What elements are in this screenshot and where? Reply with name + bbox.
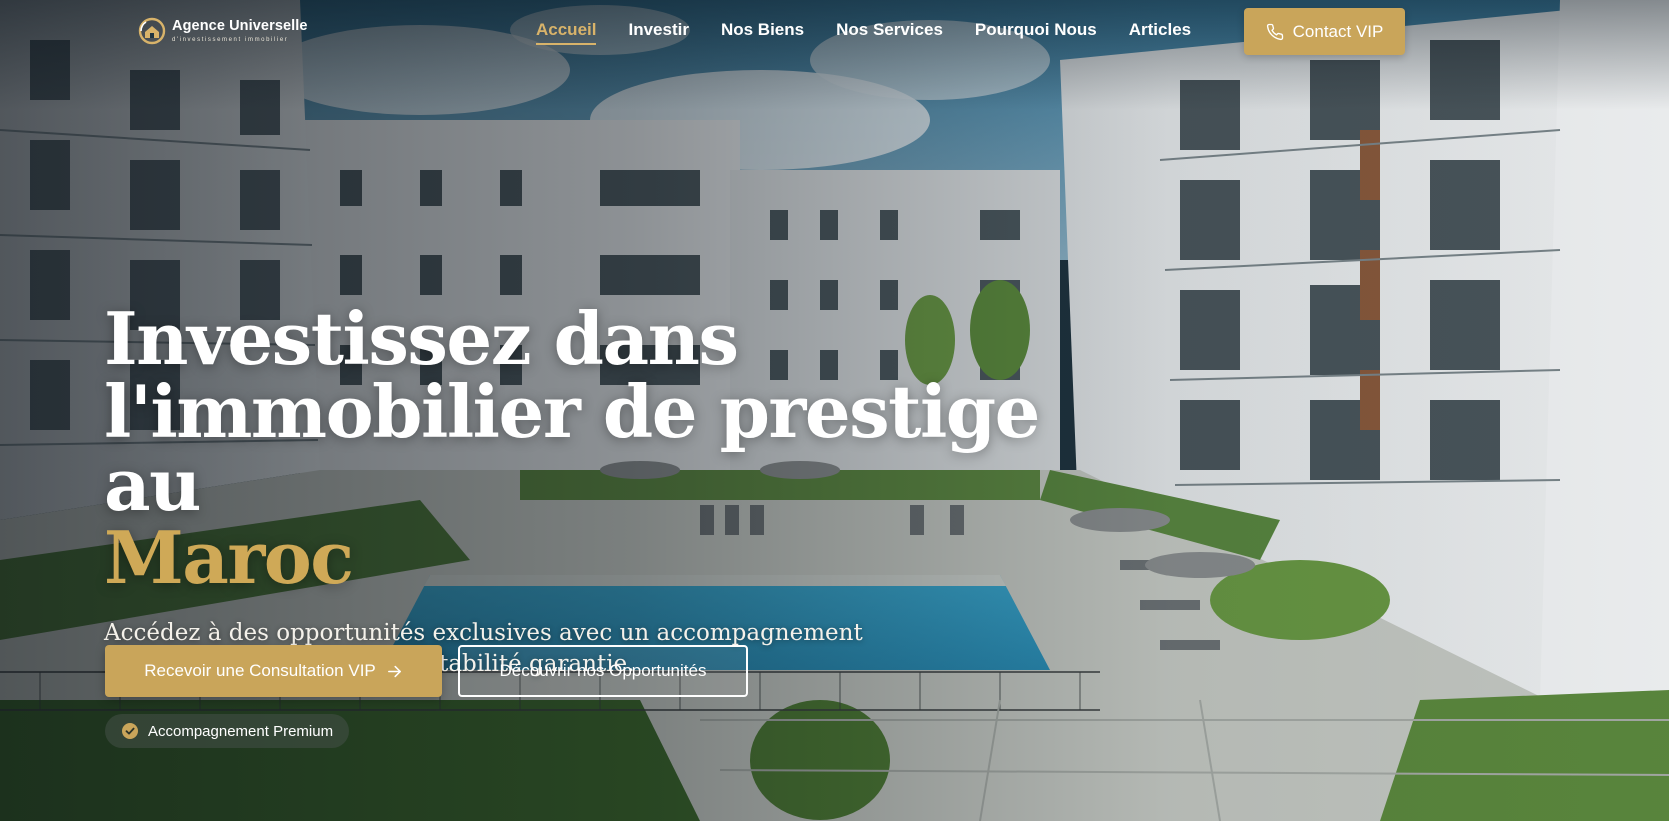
hero-section: Investissez dans l'immobilier de prestig… [104,302,1084,680]
brand-text: Agence Universelle d'investissement immo… [172,19,308,43]
arrow-right-icon [387,665,401,677]
brand-logo[interactable]: Agence Universelle d'investissement immo… [138,17,308,45]
contact-vip-button[interactable]: Contact VIP [1244,8,1405,55]
hero-title-line2: l'immobilier de prestige au [104,369,1040,527]
house-sun-logo-icon [138,17,166,45]
nav-item-nos-biens[interactable]: Nos Biens [721,20,804,45]
site-header: Agence Universelle d'investissement immo… [0,0,1669,62]
nav-item-investir[interactable]: Investir [628,20,688,45]
premium-badge: Accompagnement Premium [105,714,350,748]
nav-item-pourquoi-nous[interactable]: Pourquoi Nous [975,20,1097,45]
hero-cta-group: Recevoir une Consultation VIP Découvrir … [105,645,748,697]
discover-opportunities-button[interactable]: Découvrir nos Opportunités [458,645,748,697]
hero-title: Investissez dans l'immobilier de prestig… [104,302,1084,594]
consultation-vip-label: Recevoir une Consultation VIP [144,661,376,680]
contact-vip-label: Contact VIP [1292,21,1384,41]
brand-name: Agence Universelle [172,18,308,35]
phone-icon [1266,23,1283,40]
hero-title-accent: Maroc [104,515,354,600]
main-nav: Accueil Investir Nos Biens Nos Services … [536,20,1223,45]
consultation-vip-button[interactable]: Recevoir une Consultation VIP [105,645,442,697]
premium-badge-label: Accompagnement Premium [148,722,334,740]
check-circle-icon [122,723,138,739]
brand-tagline: d'investissement immobilier [172,36,289,43]
nav-item-nos-services[interactable]: Nos Services [836,20,943,45]
nav-item-articles[interactable]: Articles [1129,20,1191,45]
nav-item-accueil[interactable]: Accueil [536,20,597,45]
